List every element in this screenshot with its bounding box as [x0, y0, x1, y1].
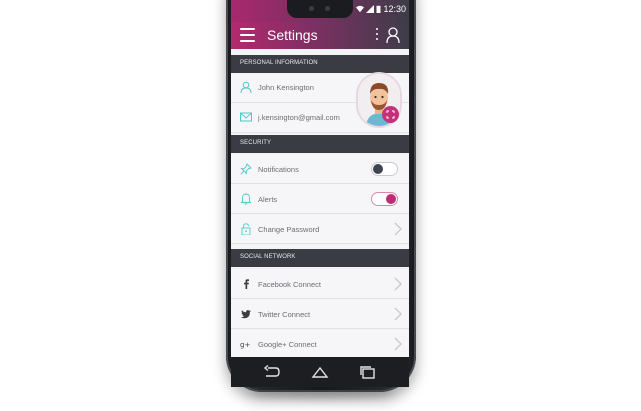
change-password-label: Change Password: [258, 225, 320, 234]
chevron-right-icon: [394, 222, 402, 236]
alerts-row: Alerts: [231, 185, 409, 214]
pin-icon: [240, 163, 252, 175]
home-icon[interactable]: [311, 364, 329, 380]
more-vertical-icon[interactable]: [375, 28, 379, 43]
wifi-icon: [356, 5, 365, 13]
expand-icon[interactable]: [382, 106, 399, 123]
twitter-connect-label: Twitter Connect: [258, 310, 311, 319]
signal-icon: [366, 5, 375, 13]
name-value: John Kensington: [258, 83, 314, 92]
hamburger-menu-icon[interactable]: [240, 28, 255, 42]
android-nav-bar: [231, 357, 409, 387]
alerts-label: Alerts: [258, 195, 278, 204]
envelope-icon: [240, 112, 252, 122]
facebook-icon: [244, 279, 249, 289]
person-icon: [240, 81, 252, 93]
google-connect-label: Google+ Connect: [258, 340, 317, 349]
phone-screen: 12:30 Settings PERSONAL INFORMATION John…: [231, 0, 409, 357]
notifications-toggle[interactable]: [371, 162, 398, 176]
back-arrow-icon[interactable]: [263, 364, 281, 380]
app-header: Settings: [231, 22, 409, 49]
email-value: j.kensington@gmail.com: [258, 113, 340, 122]
battery-icon: [376, 5, 381, 13]
section-header-security: SECURITY: [231, 135, 409, 153]
google-connect-row[interactable]: g+ Google+ Connect: [231, 330, 409, 357]
google-plus-icon: g+: [240, 341, 250, 349]
recent-apps-icon[interactable]: [359, 364, 377, 380]
twitter-connect-row[interactable]: Twitter Connect: [231, 300, 409, 329]
status-time: 12:30: [383, 4, 406, 14]
alerts-toggle[interactable]: [371, 192, 398, 206]
notch: [287, 0, 353, 18]
camera-icon: [309, 6, 314, 11]
lock-icon: [241, 223, 251, 235]
sensor-icon: [325, 6, 330, 11]
notifications-label: Notifications: [258, 165, 299, 174]
twitter-icon: [240, 310, 251, 319]
phone-shadow: [250, 386, 392, 398]
change-password-row[interactable]: Change Password: [231, 215, 409, 244]
section-title: SECURITY: [240, 140, 272, 146]
status-bar: 12:30: [231, 0, 409, 22]
section-header-personal: PERSONAL INFORMATION: [231, 55, 409, 73]
user-icon[interactable]: [386, 27, 400, 43]
facebook-connect-label: Facebook Connect: [258, 280, 321, 289]
section-title: PERSONAL INFORMATION: [240, 60, 318, 66]
facebook-connect-row[interactable]: Facebook Connect: [231, 270, 409, 299]
chevron-right-icon: [394, 337, 402, 351]
chevron-right-icon: [394, 277, 402, 291]
notifications-row: Notifications: [231, 155, 409, 184]
chevron-right-icon: [394, 307, 402, 321]
section-title: SOCIAL NETWORK: [240, 254, 296, 260]
section-header-social: SOCIAL NETWORK: [231, 249, 409, 267]
bell-icon: [240, 193, 252, 205]
page-title: Settings: [267, 27, 318, 43]
svg-text:g+: g+: [240, 341, 250, 349]
